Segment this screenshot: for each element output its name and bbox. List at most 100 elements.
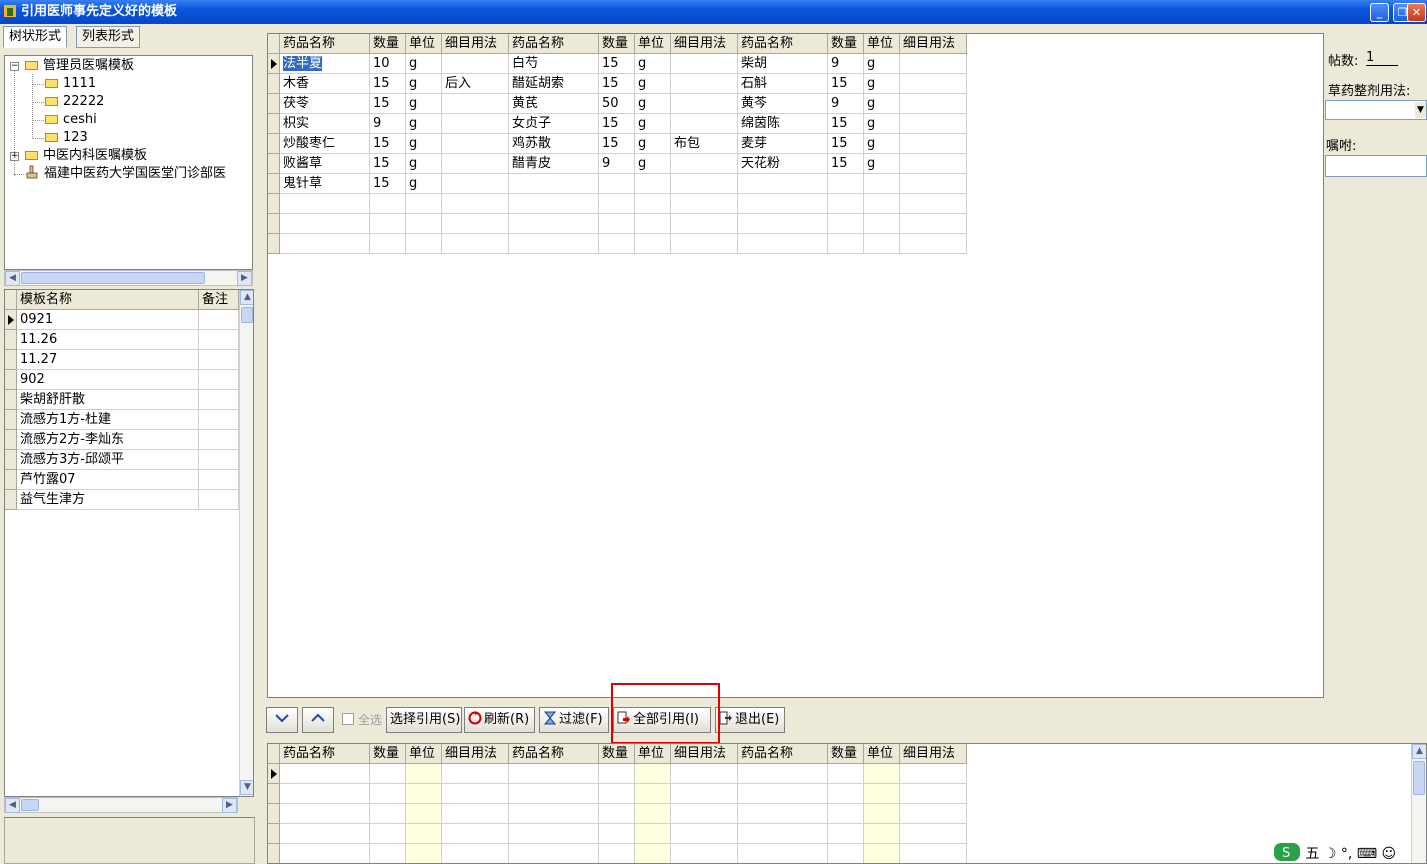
bottom-cell[interactable] bbox=[509, 844, 599, 863]
bottom-cell[interactable] bbox=[828, 824, 864, 844]
list-hscrollbar[interactable]: ◀ ▶ bbox=[4, 797, 238, 813]
tree-node-fujian[interactable]: 福建中医药大学国医堂门诊部医 bbox=[25, 165, 226, 183]
template-name-cell[interactable]: 902 bbox=[17, 370, 199, 390]
bottom-cell[interactable] bbox=[828, 804, 864, 824]
bottom-cell[interactable] bbox=[671, 784, 738, 804]
moon-icon[interactable]: ☽ bbox=[1324, 846, 1337, 862]
bottom-col-header[interactable]: 药品名称 bbox=[738, 744, 828, 764]
bottom-cell[interactable] bbox=[280, 824, 370, 844]
bottom-cell[interactable] bbox=[280, 784, 370, 804]
cell[interactable]: 15 bbox=[370, 94, 406, 114]
bottom-cell[interactable] bbox=[406, 844, 442, 863]
cell[interactable]: 9 bbox=[828, 94, 864, 114]
col-header[interactable]: 数量 bbox=[370, 34, 406, 54]
scroll-down-arrow[interactable]: ▼ bbox=[240, 780, 253, 795]
bottom-cell[interactable] bbox=[828, 764, 864, 784]
cell[interactable] bbox=[509, 214, 599, 234]
template-list-grid[interactable]: 模板名称 备注 0921 11.26 11.27 902 柴胡舒肝散 流感方1方-杜建 流感… bbox=[4, 289, 254, 797]
tree-node-1111[interactable]: 1111 bbox=[45, 75, 96, 93]
cell[interactable] bbox=[599, 194, 635, 214]
cell[interactable]: 鬼针草 bbox=[280, 174, 370, 194]
remark-cell[interactable] bbox=[199, 470, 239, 490]
bottom-col-header[interactable]: 单位 bbox=[864, 744, 900, 764]
bottom-cell[interactable] bbox=[370, 784, 406, 804]
cell[interactable] bbox=[900, 54, 967, 74]
col-header[interactable]: 药品名称 bbox=[738, 34, 828, 54]
cell[interactable]: g bbox=[864, 94, 900, 114]
cell[interactable]: 15 bbox=[828, 134, 864, 154]
cell[interactable] bbox=[864, 174, 900, 194]
cell[interactable]: 麦芽 bbox=[738, 134, 828, 154]
col-header[interactable]: 单位 bbox=[864, 34, 900, 54]
cell[interactable] bbox=[406, 234, 442, 254]
cell[interactable] bbox=[900, 234, 967, 254]
col-header[interactable]: 药品名称 bbox=[280, 34, 370, 54]
cell[interactable] bbox=[864, 234, 900, 254]
bottom-cell[interactable] bbox=[738, 764, 828, 784]
bottom-col-header[interactable]: 细目用法 bbox=[900, 744, 967, 764]
user-icon[interactable]: ☺ bbox=[1382, 846, 1397, 862]
cell[interactable]: 柴胡 bbox=[738, 54, 828, 74]
move-up-button[interactable] bbox=[302, 707, 334, 733]
scroll-left-arrow[interactable]: ◀ bbox=[5, 271, 20, 286]
bottom-col-header[interactable]: 细目用法 bbox=[671, 744, 738, 764]
cell[interactable] bbox=[738, 194, 828, 214]
col-header-template-name[interactable]: 模板名称 bbox=[17, 290, 199, 310]
cell[interactable]: g bbox=[635, 134, 671, 154]
remark-cell[interactable] bbox=[199, 350, 239, 370]
bottom-cell[interactable] bbox=[442, 764, 509, 784]
cell[interactable] bbox=[671, 194, 738, 214]
cell[interactable]: g bbox=[406, 94, 442, 114]
bottom-cell[interactable] bbox=[635, 804, 671, 824]
bottom-col-header[interactable]: 数量 bbox=[599, 744, 635, 764]
bottom-cell[interactable] bbox=[599, 844, 635, 863]
cell[interactable] bbox=[442, 114, 509, 134]
template-name-cell[interactable]: 益气生津方 bbox=[17, 490, 199, 510]
bottom-cell[interactable] bbox=[509, 764, 599, 784]
collapse-toggle[interactable]: − bbox=[10, 62, 19, 71]
bottom-cell[interactable] bbox=[406, 804, 442, 824]
bottom-cell[interactable] bbox=[738, 804, 828, 824]
scroll-right-arrow[interactable]: ▶ bbox=[222, 798, 237, 813]
cell[interactable] bbox=[864, 214, 900, 234]
bottom-cell[interactable] bbox=[900, 804, 967, 824]
cell[interactable]: g bbox=[635, 114, 671, 134]
cell[interactable]: 天花粉 bbox=[738, 154, 828, 174]
scroll-thumb[interactable] bbox=[1413, 761, 1425, 795]
bottom-col-header[interactable]: 单位 bbox=[406, 744, 442, 764]
cell[interactable] bbox=[442, 214, 509, 234]
cell[interactable] bbox=[828, 214, 864, 234]
cell[interactable] bbox=[442, 54, 509, 74]
bottom-cell[interactable] bbox=[406, 824, 442, 844]
cell[interactable]: g bbox=[864, 114, 900, 134]
col-header[interactable]: 单位 bbox=[635, 34, 671, 54]
cell[interactable]: 黄芩 bbox=[738, 94, 828, 114]
cell[interactable]: 后入 bbox=[442, 74, 509, 94]
bottom-cell[interactable] bbox=[864, 844, 900, 863]
bottom-cell[interactable] bbox=[406, 784, 442, 804]
cell[interactable] bbox=[280, 234, 370, 254]
keyboard-icon[interactable]: ⌨ bbox=[1357, 846, 1377, 862]
cell[interactable]: g bbox=[864, 134, 900, 154]
cell[interactable]: g bbox=[635, 74, 671, 94]
scroll-up-arrow[interactable]: ▲ bbox=[240, 290, 253, 305]
scroll-thumb[interactable] bbox=[241, 307, 253, 323]
cell[interactable] bbox=[738, 214, 828, 234]
bottom-cell[interactable] bbox=[635, 784, 671, 804]
cell[interactable]: g bbox=[864, 74, 900, 94]
cell[interactable] bbox=[406, 214, 442, 234]
cell[interactable] bbox=[828, 194, 864, 214]
cell[interactable] bbox=[599, 234, 635, 254]
bottom-col-header[interactable]: 细目用法 bbox=[442, 744, 509, 764]
select-all-checkbox[interactable] bbox=[342, 713, 354, 725]
col-header[interactable]: 数量 bbox=[828, 34, 864, 54]
cell[interactable] bbox=[864, 194, 900, 214]
list-vscrollbar[interactable]: ▲ ▼ bbox=[239, 290, 253, 796]
template-name-cell[interactable]: 流感方3方-邱颂平 bbox=[17, 450, 199, 470]
col-header[interactable]: 数量 bbox=[599, 34, 635, 54]
ime-mode[interactable]: 五 bbox=[1305, 846, 1319, 862]
cell[interactable]: 绵茵陈 bbox=[738, 114, 828, 134]
tree-node-internal-medicine[interactable]: 中医内科医嘱模板 bbox=[25, 147, 147, 165]
cell[interactable] bbox=[738, 234, 828, 254]
cell[interactable] bbox=[442, 194, 509, 214]
